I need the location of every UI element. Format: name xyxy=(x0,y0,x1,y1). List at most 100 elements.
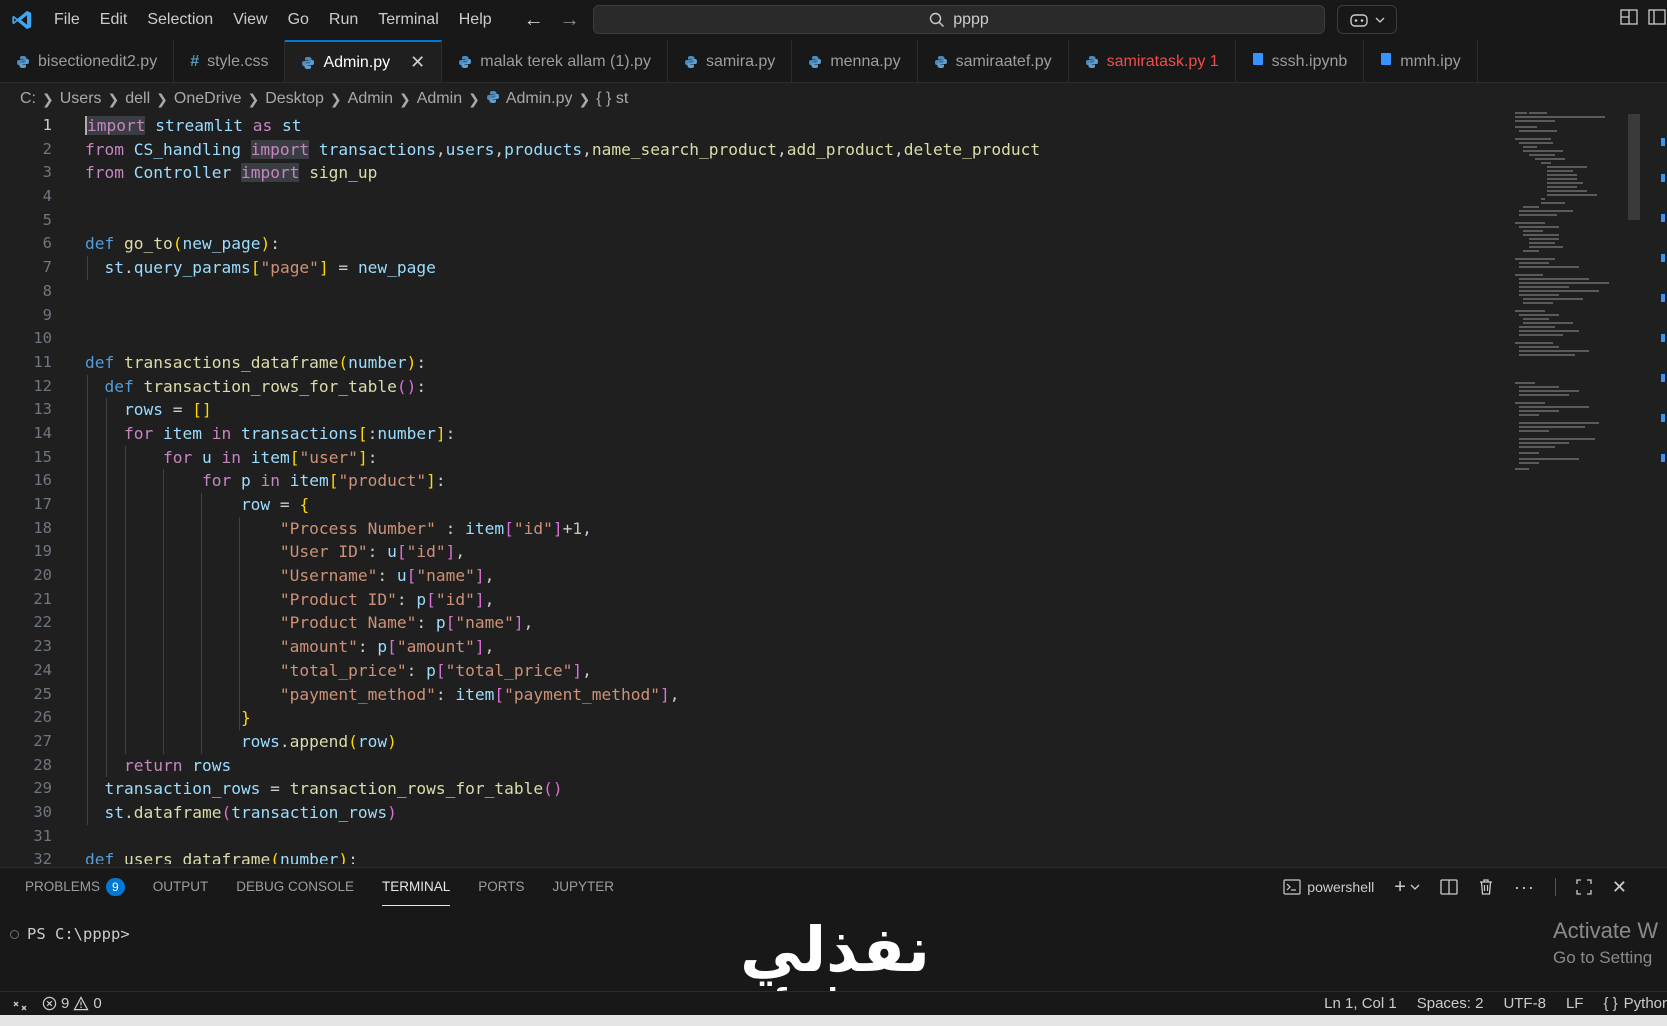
tab-samiraatef[interactable]: samiraatef.py xyxy=(918,40,1069,82)
tab-sssh-ipynb[interactable]: sssh.ipynb xyxy=(1236,40,1365,82)
terminal-shell-selector[interactable]: powershell xyxy=(1283,879,1374,895)
layout-sidebar-icon[interactable] xyxy=(1648,8,1666,26)
line-number: 9 xyxy=(42,305,52,324)
minimap[interactable] xyxy=(1515,112,1625,502)
breadcrumb-item[interactable]: Admin.py xyxy=(506,90,573,108)
problems-indicator[interactable]: 9 0 xyxy=(42,995,102,1012)
hash-icon: # xyxy=(190,52,200,70)
prompt-text: PS C:\pppp> xyxy=(27,925,130,943)
title-bar: File Edit Selection View Go Run Terminal… xyxy=(0,0,1667,40)
chevron-right-icon: ❯ xyxy=(42,90,54,107)
code-line: rows = [] xyxy=(85,398,1040,422)
code-line: st.dataframe(transaction_rows) xyxy=(85,800,1040,825)
forward-arrow-icon[interactable]: → xyxy=(560,9,580,32)
menu-run[interactable]: Run xyxy=(319,6,368,34)
line-number: 32 xyxy=(33,850,52,864)
line-number: 14 xyxy=(33,423,52,442)
language-label: Pythor xyxy=(1623,995,1667,1012)
tab-output[interactable]: OUTPUT xyxy=(153,868,209,906)
tab-label: TERMINAL xyxy=(382,878,451,894)
chevron-right-icon: ❯ xyxy=(468,90,480,107)
back-arrow-icon[interactable]: ← xyxy=(524,9,544,32)
command-center-search[interactable]: pppp xyxy=(593,5,1325,34)
tab-malak-terek-allam[interactable]: malak terek allam (1).py xyxy=(442,40,668,82)
copilot-button[interactable] xyxy=(1337,5,1397,34)
menu-view[interactable]: View xyxy=(223,6,277,34)
status-dot-icon xyxy=(10,929,19,939)
line-number: 5 xyxy=(42,210,52,229)
menu-go[interactable]: Go xyxy=(278,6,319,34)
breadcrumb-symbol[interactable]: { } st xyxy=(596,90,628,108)
code-line: return rows xyxy=(85,753,1040,778)
tab-label: menna.py xyxy=(830,52,901,70)
line-number: 10 xyxy=(33,329,52,348)
tab-debug-console[interactable]: DEBUG CONSOLE xyxy=(236,868,354,906)
menu-edit[interactable]: Edit xyxy=(90,6,138,34)
breadcrumb-item[interactable]: dell xyxy=(125,90,150,108)
menu-selection[interactable]: Selection xyxy=(137,6,223,34)
tab-ports[interactable]: PORTS xyxy=(478,868,524,906)
code-line: "User ID": u["id"], xyxy=(85,540,1040,565)
new-terminal-button[interactable]: + xyxy=(1394,876,1420,899)
layout-panel-icon[interactable] xyxy=(1620,8,1638,26)
encoding[interactable]: UTF-8 xyxy=(1503,995,1546,1012)
tab-style-css[interactable]: # style.css xyxy=(174,40,286,82)
code-line: rows.append(row) xyxy=(85,729,1040,754)
tab-label: mmh.ipy xyxy=(1400,52,1461,70)
menu-terminal[interactable]: Terminal xyxy=(368,6,448,34)
language-mode[interactable]: { } Pythor xyxy=(1603,995,1667,1012)
trash-icon[interactable] xyxy=(1478,878,1494,896)
windows-activation-title: Activate W xyxy=(1553,918,1659,943)
close-icon[interactable]: ✕ xyxy=(410,52,425,73)
taskbar-edge xyxy=(0,1015,1667,1026)
editor-scrollbar[interactable] xyxy=(1628,114,1640,220)
menu-file[interactable]: File xyxy=(44,6,90,34)
tab-jupyter[interactable]: JUPYTER xyxy=(553,868,615,906)
indentation[interactable]: Spaces: 2 xyxy=(1417,995,1484,1012)
maximize-panel-icon[interactable] xyxy=(1576,879,1592,895)
problems-badge: 9 xyxy=(106,878,125,896)
tab-samiratask[interactable]: samiratask.py 1 xyxy=(1069,40,1236,82)
error-icon xyxy=(42,996,57,1011)
code-line: for item in transactions[:number]: xyxy=(85,421,1040,446)
remote-icon[interactable] xyxy=(12,996,28,1012)
cursor-position[interactable]: Ln 1, Col 1 xyxy=(1324,995,1397,1012)
tab-label: PORTS xyxy=(478,879,525,894)
chevron-right-icon: ❯ xyxy=(107,90,120,107)
line-number: 3 xyxy=(42,163,52,182)
close-panel-icon[interactable]: ✕ xyxy=(1612,877,1627,898)
tab-label: samiratask.py 1 xyxy=(1106,52,1219,70)
tab-samira[interactable]: samira.py xyxy=(668,40,793,82)
code-editor[interactable]: 1 2 3 4 5 6 7 8 9 10 11 12 13 14 15 16 1… xyxy=(0,114,1667,864)
breadcrumb-item[interactable]: OneDrive xyxy=(174,90,242,108)
breadcrumb-item[interactable]: C: xyxy=(20,90,36,108)
tab-terminal[interactable]: TERMINAL xyxy=(382,868,451,906)
line-number: 13 xyxy=(33,400,52,419)
split-terminal-icon[interactable] xyxy=(1440,878,1458,896)
tab-label: OUTPUT xyxy=(152,879,209,894)
breadcrumb-item[interactable]: Desktop xyxy=(265,90,324,108)
breadcrumb-item[interactable]: Admin xyxy=(348,90,393,108)
windows-activation-subtitle: Go to Setting xyxy=(1553,948,1653,967)
status-right: Ln 1, Col 1 Spaces: 2 UTF-8 LF { } Pytho… xyxy=(1324,995,1667,1012)
code-line: import streamlit as st xyxy=(85,116,302,135)
end-of-line[interactable]: LF xyxy=(1566,995,1584,1012)
tab-mmh-ipynb[interactable]: mmh.ipy xyxy=(1364,40,1478,82)
more-actions-icon[interactable]: ··· xyxy=(1514,877,1535,898)
breadcrumb-item[interactable]: Admin xyxy=(417,90,462,108)
status-bar: 9 0 Ln 1, Col 1 Spaces: 2 UTF-8 LF { } P… xyxy=(0,991,1667,1015)
tab-bisectionedit2[interactable]: bisectionedit2.py xyxy=(0,40,175,82)
python-icon xyxy=(486,90,500,109)
tab-admin[interactable]: Admin.py ✕ xyxy=(285,40,443,82)
breadcrumb-item[interactable]: Users xyxy=(60,90,102,108)
tab-problems[interactable]: PROBLEMS 9 xyxy=(25,868,125,906)
terminal-prompt[interactable]: PS C:\pppp> xyxy=(10,925,130,943)
tab-label: DEBUG CONSOLE xyxy=(236,879,354,894)
line-number: 20 xyxy=(33,566,52,585)
line-number: 8 xyxy=(42,281,52,300)
python-icon xyxy=(1085,55,1099,69)
menu-help[interactable]: Help xyxy=(449,6,502,34)
tab-menna[interactable]: menna.py xyxy=(792,40,918,82)
tab-label: malak terek allam (1).py xyxy=(480,52,651,70)
